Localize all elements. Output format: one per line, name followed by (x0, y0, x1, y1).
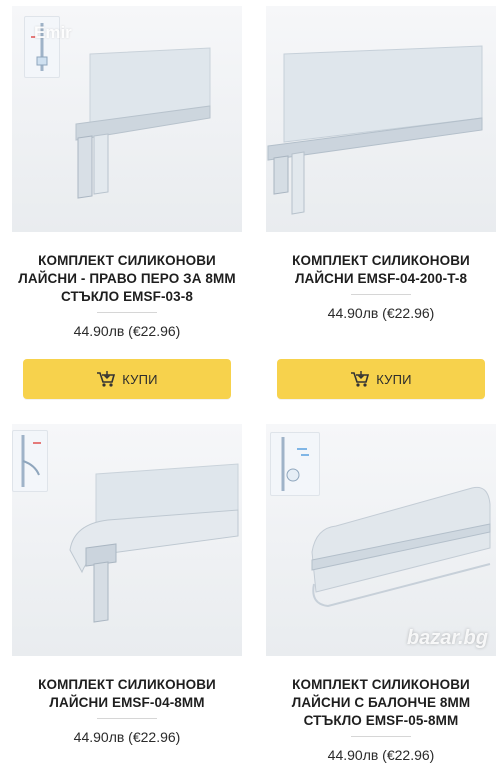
product-card[interactable]: КОМПЛЕКТ СИЛИКОНОВИ ЛАЙСНИ EMSF-04-200-T… (266, 6, 496, 399)
product-price: 44.90лв (€22.96) (73, 323, 181, 339)
product-image[interactable]: Emir (12, 6, 242, 232)
product-image[interactable] (266, 6, 496, 232)
divider (351, 736, 411, 737)
product-price: 44.90лв (€22.96) (327, 747, 435, 763)
buy-button-label: КУПИ (376, 371, 412, 387)
divider (97, 718, 157, 719)
product-title[interactable]: КОМПЛЕКТ СИЛИКОНОВИ ЛАЙСНИ EMSF-04-200-T… (266, 252, 496, 288)
watermark-text: Emir (34, 23, 72, 42)
cart-icon (351, 371, 370, 387)
cart-icon (97, 371, 116, 387)
divider (97, 312, 157, 313)
product-title[interactable]: КОМПЛЕКТ СИЛИКОНОВИ ЛАЙСНИ EMSF-04-8ММ (12, 676, 242, 712)
watermark-logo: bazar.bg (406, 627, 488, 649)
product-image[interactable] (12, 424, 242, 656)
buy-button-label: КУПИ (122, 371, 158, 387)
product-card[interactable]: Emir КОМПЛЕКТ СИЛИКОНОВИ ЛАЙСНИ - ПРАВО … (12, 6, 242, 399)
buy-button[interactable]: КУПИ (23, 359, 231, 399)
product-card[interactable]: КОМПЛЕКТ СИЛИКОНОВИ ЛАЙСНИ EMSF-04-8ММ 4… (12, 424, 242, 745)
buy-button[interactable]: КУПИ (277, 359, 485, 399)
divider (351, 294, 411, 295)
product-price: 44.90лв (€22.96) (327, 305, 435, 321)
product-image[interactable]: bazar.bg (266, 424, 496, 656)
product-title[interactable]: КОМПЛЕКТ СИЛИКОНОВИ ЛАЙСНИ - ПРАВО ПЕРО … (12, 252, 242, 306)
product-price: 44.90лв (€22.96) (73, 729, 181, 745)
product-title[interactable]: КОМПЛЕКТ СИЛИКОНОВИ ЛАЙСНИ С БАЛОНЧЕ 8ММ… (266, 676, 496, 730)
product-card[interactable]: bazar.bg КОМПЛЕКТ СИЛИКОНОВИ ЛАЙСНИ С БА… (266, 424, 496, 763)
